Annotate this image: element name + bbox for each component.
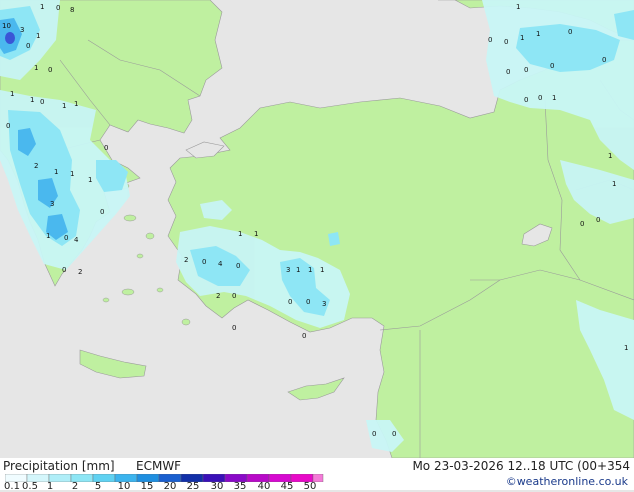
point-value: 0 (506, 68, 510, 76)
point-value: 8 (70, 6, 74, 14)
point-value: 2 (216, 292, 220, 300)
point-value: 0 (372, 430, 376, 438)
point-value: 0 (488, 36, 492, 44)
point-value: 1 (88, 176, 92, 184)
site-credit[interactable]: ©weatheronline.co.uk (506, 475, 628, 488)
point-value: 1 (552, 94, 556, 102)
colorbar-tick-label: 40 (257, 481, 271, 492)
point-value: 0 (596, 216, 600, 224)
point-value: 1 (296, 266, 300, 274)
point-value: 10 (2, 22, 11, 30)
point-value: 0 (550, 62, 554, 70)
point-value: 0 (524, 96, 528, 104)
point-value: 0 (232, 292, 236, 300)
point-value: 1 (320, 266, 324, 274)
point-value: 2 (78, 268, 82, 276)
point-value: 1 (536, 30, 540, 38)
point-value: 1 (54, 168, 58, 176)
point-value: 0 (104, 144, 108, 152)
point-value: 1 (36, 32, 40, 40)
colorbar-tick-label: 0.1 (4, 481, 20, 492)
point-value: 1 (624, 344, 628, 352)
colorbar-tick-label: 30 (210, 481, 224, 492)
colorbar-tick-label: 5 (94, 481, 102, 492)
point-value: 0 (56, 4, 60, 12)
point-value: 1 (612, 180, 616, 188)
point-value: 0 (26, 42, 30, 50)
colorbar-tick-label: 10 (117, 481, 131, 492)
colorbar-tick-label: 2 (71, 481, 79, 492)
point-value: 0 (568, 28, 572, 36)
point-value: 3 (50, 200, 54, 208)
weather-map-page: 10 1 0 8 3 1 0 1 0 1 1 0 1 0 1 2 1 1 0 1… (0, 0, 634, 492)
point-value: 3 (286, 266, 290, 274)
colorbar-tick-label: 35 (233, 481, 247, 492)
colorbar-tick-label: 0.5 (22, 481, 38, 492)
legend-footer: Precipitation [mm] ECMWF Mo 23-03-2026 1… (0, 458, 634, 492)
point-value: 0 (306, 298, 310, 306)
point-value: 0 (6, 122, 10, 130)
point-value: 0 (48, 66, 52, 74)
point-value: 1 (62, 102, 66, 110)
point-value: 0 (64, 234, 68, 242)
precipitation-map: 10 1 0 8 3 1 0 1 0 1 1 0 1 0 1 2 1 1 0 1… (0, 0, 634, 458)
point-value: 0 (288, 298, 292, 306)
point-value: 1 (30, 96, 34, 104)
model-name: ECMWF (136, 459, 182, 473)
point-value: 1 (10, 90, 14, 98)
point-value: 3 (20, 26, 24, 34)
point-value: 1 (308, 266, 312, 274)
point-value: 0 (524, 66, 528, 74)
point-value: 0 (62, 266, 66, 274)
point-value: 1 (74, 100, 78, 108)
point-value: 0 (232, 324, 236, 332)
point-value: 1 (70, 170, 74, 178)
point-value: 0 (602, 56, 606, 64)
point-value: 3 (322, 300, 326, 308)
point-value: 1 (46, 232, 50, 240)
colorbar-tick-label: 45 (280, 481, 294, 492)
point-value: 1 (520, 34, 524, 42)
point-value: 2 (184, 256, 188, 264)
point-value: 4 (74, 236, 79, 244)
point-value: 1 (34, 64, 38, 72)
point-value: 0 (504, 38, 508, 46)
colorbar-tick-label: 25 (186, 481, 200, 492)
point-value: 1 (516, 3, 520, 11)
point-value: 0 (580, 220, 584, 228)
point-value: 0 (236, 262, 240, 270)
point-value: 0 (100, 208, 104, 216)
point-value: 1 (608, 152, 612, 160)
colorbar-tick-label: 1 (46, 481, 54, 492)
point-value: 0 (538, 94, 542, 102)
legend-title: Precipitation [mm] (3, 459, 115, 473)
point-value: 4 (218, 260, 223, 268)
colorbar-tick-label: 15 (140, 481, 154, 492)
point-value: 1 (238, 230, 242, 238)
forecast-run-info: Mo 23-03-2026 12..18 UTC (00+354 (412, 459, 630, 473)
point-value: 0 (392, 430, 396, 438)
point-value: 0 (40, 98, 44, 106)
colorbar-tick-label: 50 (303, 481, 317, 492)
precip-dark (5, 32, 15, 44)
point-value: 1 (40, 3, 44, 11)
point-value: 0 (202, 258, 206, 266)
colorbar-tick-label: 20 (163, 481, 177, 492)
point-value: 2 (34, 162, 38, 170)
point-value: 1 (254, 230, 258, 238)
point-value: 0 (302, 332, 306, 340)
